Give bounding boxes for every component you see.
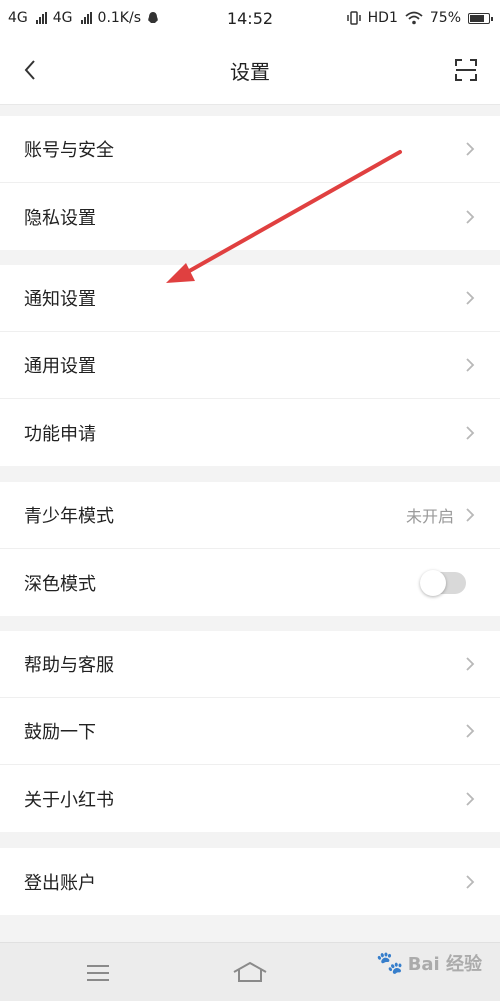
scan-button[interactable]	[450, 54, 482, 86]
settings-item-dark-mode: 深色模式	[0, 549, 500, 616]
settings-item-notifications[interactable]: 通知设置	[0, 265, 500, 332]
item-label: 帮助与客服	[24, 655, 114, 676]
settings-group-modes: 青少年模式 未开启 深色模式	[0, 482, 500, 616]
watermark-text: Bai 经验	[407, 954, 482, 975]
nav-bar: 设置	[0, 36, 500, 105]
settings-group-account: 账号与安全 隐私设置	[0, 116, 500, 250]
item-label: 青少年模式	[24, 506, 114, 527]
network-2-label: 4G	[52, 10, 73, 26]
page-title: 设置	[230, 60, 270, 84]
signal-icon	[80, 11, 92, 24]
settings-item-privacy[interactable]: 隐私设置	[0, 183, 500, 250]
network-indicators: 4G 4G 0.1K/s	[8, 10, 159, 26]
home-icon	[233, 961, 267, 982]
settings-item-feature-request[interactable]: 功能申请	[0, 399, 500, 466]
chevron-right-icon	[464, 423, 476, 443]
wifi-icon	[405, 11, 423, 25]
hd-label: HD1	[367, 10, 398, 26]
settings-item-logout[interactable]: 登出账户	[0, 848, 500, 915]
chevron-right-icon	[464, 207, 476, 227]
dark-mode-toggle[interactable]	[420, 569, 466, 596]
settings-item-help[interactable]: 帮助与客服	[0, 631, 500, 698]
baidu-watermark: 🐾 Bai 经验	[376, 950, 482, 976]
settings-item-account-security[interactable]: 账号与安全	[0, 116, 500, 183]
chevron-right-icon	[464, 505, 476, 525]
status-bar: 4G 4G 0.1K/s 14:52 HD1 75%	[0, 0, 500, 36]
teen-mode-status: 未开启	[405, 507, 454, 526]
chevron-right-icon	[464, 355, 476, 375]
settings-group-general: 通知设置 通用设置 功能申请	[0, 265, 500, 466]
scan-icon	[455, 59, 477, 81]
battery-percent: 75%	[429, 10, 461, 26]
chevron-right-icon	[464, 789, 476, 809]
chevron-right-icon	[464, 654, 476, 674]
toggle-knob	[420, 569, 446, 596]
settings-item-teen-mode[interactable]: 青少年模式 未开启	[0, 482, 500, 549]
item-label: 功能申请	[24, 423, 96, 445]
menu-icon	[87, 965, 109, 981]
network-1-label: 4G	[8, 10, 28, 26]
settings-group-about: 帮助与客服 鼓励一下 关于小红书	[0, 631, 500, 832]
paw-icon: 🐾	[376, 950, 404, 976]
settings-item-general[interactable]: 通用设置	[0, 332, 500, 399]
status-right: HD1 75%	[346, 10, 493, 26]
chevron-right-icon	[464, 872, 476, 892]
home-button[interactable]	[230, 957, 270, 987]
battery-icon	[468, 12, 493, 24]
signal-icon	[35, 11, 47, 24]
net-speed: 0.1K/s	[97, 10, 141, 26]
settings-group-logout: 登出账户	[0, 848, 500, 915]
item-label: 鼓励一下	[24, 722, 96, 743]
item-label: 通用设置	[24, 356, 96, 377]
vibrate-icon	[346, 11, 361, 25]
item-label: 深色模式	[24, 573, 96, 595]
item-label: 账号与安全	[24, 140, 114, 161]
item-label: 通知设置	[24, 289, 96, 310]
settings-item-about[interactable]: 关于小红书	[0, 765, 500, 832]
item-label: 登出账户	[24, 872, 96, 894]
chevron-right-icon	[464, 288, 476, 308]
chevron-right-icon	[464, 721, 476, 741]
menu-button[interactable]	[78, 961, 118, 985]
settings-item-rate[interactable]: 鼓励一下	[0, 698, 500, 765]
item-label: 关于小红书	[24, 789, 114, 811]
item-label: 隐私设置	[24, 207, 96, 229]
chevron-right-icon	[464, 139, 476, 159]
qq-icon	[148, 12, 158, 23]
